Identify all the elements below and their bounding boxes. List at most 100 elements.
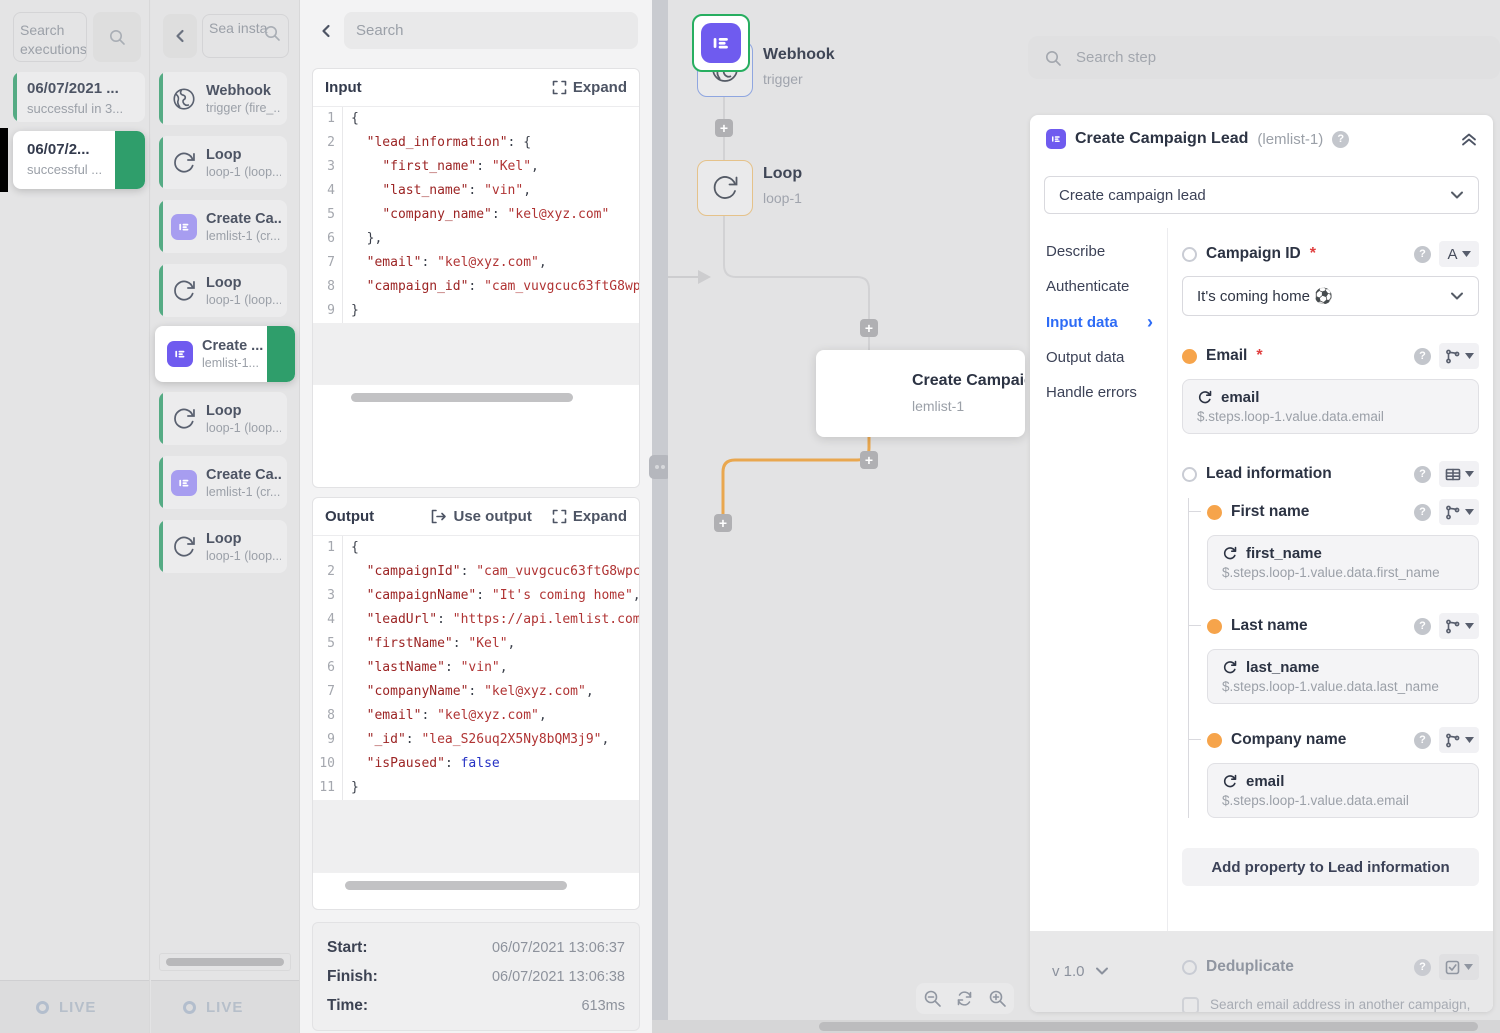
output-code-editor[interactable]: 1{2 "campaignId": "cam_vuvgcuc63ftG8wpcJ…: [313, 536, 639, 800]
chevron-down-icon: [1450, 291, 1464, 301]
start-value: 06/07/2021 13:06:37: [492, 940, 625, 956]
field-state-icon: [1207, 505, 1222, 520]
chevron-left-icon[interactable]: [320, 24, 332, 38]
search-executions-input[interactable]: Search executions: [13, 12, 87, 62]
step-item[interactable]: Create Ca...lemlist-1 (cr...: [159, 200, 287, 253]
lead-information-children: First name?first_name$.steps.loop-1.valu…: [1188, 498, 1479, 818]
input-hscrollbar[interactable]: [313, 384, 639, 414]
refresh-icon[interactable]: [955, 990, 974, 1007]
live-toggle-steps[interactable]: LIVE: [151, 980, 299, 1033]
expand-output-button[interactable]: Expand: [552, 508, 627, 525]
help-icon[interactable]: ?: [1414, 618, 1431, 635]
output-hscrollbar-thumb[interactable]: [345, 881, 567, 890]
steps-hscrollbar-track[interactable]: [159, 953, 291, 971]
campaign-id-select[interactable]: It's coming home ⚽: [1182, 276, 1479, 316]
help-icon[interactable]: ?: [1414, 246, 1431, 263]
execution-item-selected[interactable]: 06/07/2... successful ...: [13, 131, 145, 189]
zoom-in-icon[interactable]: [988, 989, 1007, 1008]
nav-item-output-data[interactable]: Output data: [1030, 340, 1167, 375]
caret-down-icon: [1464, 964, 1473, 970]
input-hscrollbar-thumb[interactable]: [351, 393, 573, 402]
step-item[interactable]: Looploop-1 (loop...: [159, 136, 287, 189]
help-icon[interactable]: ?: [1414, 504, 1431, 521]
step-item[interactable]: Create Ca...lemlist-1 (cr...: [159, 456, 287, 509]
field-type-selector[interactable]: [1439, 613, 1479, 639]
use-output-icon: [431, 509, 447, 524]
field-state-icon: [1207, 733, 1222, 748]
help-icon[interactable]: ?: [1414, 959, 1431, 976]
help-icon[interactable]: ?: [1414, 732, 1431, 749]
search-step-input[interactable]: Search step: [1028, 36, 1500, 79]
step-item-title: Webhook: [206, 83, 281, 99]
email-label: Email: [1206, 347, 1247, 365]
deduplicate-checkbox[interactable]: [1182, 997, 1199, 1012]
nav-item-describe[interactable]: Describe: [1030, 234, 1167, 269]
nav-item-authenticate[interactable]: Authenticate: [1030, 269, 1167, 304]
panel-resizer[interactable]: [652, 0, 668, 1033]
create-campaign-node[interactable]: Create Campaign L lemlist-1: [816, 350, 1025, 437]
start-label: Start:: [327, 939, 367, 957]
step-config-nav: DescribeAuthenticateInput data›Output da…: [1030, 228, 1168, 931]
loop-icon: [1222, 660, 1238, 675]
step-item[interactable]: Looploop-1 (loop...: [159, 520, 287, 573]
field-type-selector[interactable]: [1439, 727, 1479, 753]
campaign-id-value: It's coming home ⚽: [1197, 287, 1333, 305]
search-executions-placeholder: Search executions: [20, 22, 87, 57]
create-node-icon-box[interactable]: [692, 14, 750, 72]
field-type-selector[interactable]: [1439, 499, 1479, 525]
field-type-selector[interactable]: [1439, 461, 1479, 487]
nav-item-input-data[interactable]: Input data›: [1030, 304, 1167, 340]
field-type-selector[interactable]: A: [1439, 241, 1479, 267]
version-selector[interactable]: v 1.0: [1030, 931, 1168, 1012]
io-search-input[interactable]: Search: [344, 12, 638, 49]
field-type-selector[interactable]: [1439, 343, 1479, 369]
code-line: 5 "company_name": "kel@xyz.com": [313, 203, 639, 227]
step-item-selected[interactable]: Create ...lemlist-1...: [155, 326, 295, 382]
chevron-down-icon: [1450, 190, 1464, 200]
zoom-out-icon[interactable]: [923, 989, 942, 1008]
add-property-button[interactable]: Add property to Lead information: [1182, 848, 1479, 886]
search-executions-button[interactable]: [93, 12, 141, 62]
create-node-subtitle: lemlist-1: [912, 398, 964, 414]
execution-item[interactable]: 06/07/2021 ... successful in 3...: [13, 72, 145, 122]
token-path: $.steps.loop-1.value.data.last_name: [1222, 679, 1464, 694]
create-node-title: Create Campaign L: [912, 372, 1025, 390]
add-step-button[interactable]: +: [714, 514, 732, 532]
add-step-button[interactable]: +: [860, 451, 878, 469]
input-code-editor[interactable]: 1{2 "lead_information": {3 "first_name":…: [313, 107, 639, 323]
help-icon[interactable]: ?: [1332, 131, 1349, 148]
input-data-form: Campaign ID * ? A It's coming home ⚽: [1168, 228, 1493, 931]
status-bar: [159, 136, 163, 189]
help-icon[interactable]: ?: [1414, 348, 1431, 365]
code-line: 6 "lastName": "vin",: [313, 656, 639, 680]
loop-node[interactable]: [697, 160, 753, 216]
action-select[interactable]: Create campaign lead: [1044, 176, 1479, 214]
collapse-steps-button[interactable]: [163, 14, 197, 58]
lead-property-token-field[interactable]: email$.steps.loop-1.value.data.email: [1207, 763, 1479, 818]
loop-icon: [171, 534, 197, 560]
live-toggle-executions[interactable]: LIVE: [0, 980, 149, 1033]
step-item[interactable]: Webhooktrigger (fire_...: [159, 72, 287, 125]
expand-input-button[interactable]: Expand: [552, 79, 627, 96]
step-item[interactable]: Looploop-1 (loop...: [159, 392, 287, 445]
field-state-icon: [1182, 960, 1197, 975]
code-line: 10 "isPaused": false: [313, 752, 639, 776]
lead-property-token-field[interactable]: first_name$.steps.loop-1.value.data.firs…: [1207, 535, 1479, 590]
status-bar: [159, 200, 163, 253]
timing-card: Start:06/07/2021 13:06:37 Finish:06/07/2…: [312, 922, 640, 1031]
search-instances-placeholder: Sea insta: [209, 20, 267, 36]
email-token-field[interactable]: email $.steps.loop-1.value.data.email: [1182, 379, 1479, 434]
code-line: 7 "companyName": "kel@xyz.com",: [313, 680, 639, 704]
help-icon[interactable]: ?: [1414, 466, 1431, 483]
add-step-button[interactable]: +: [715, 119, 733, 137]
output-hscrollbar[interactable]: [313, 872, 639, 902]
step-item[interactable]: Looploop-1 (loop...: [159, 264, 287, 317]
loop-icon: [171, 406, 197, 432]
lead-property-token-field[interactable]: last_name$.steps.loop-1.value.data.last_…: [1207, 649, 1479, 704]
use-output-button[interactable]: Use output: [431, 508, 531, 525]
field-type-selector[interactable]: [1439, 954, 1479, 980]
nav-item-handle-errors[interactable]: Handle errors: [1030, 375, 1167, 410]
add-step-button[interactable]: +: [860, 319, 878, 337]
collapse-icon[interactable]: [1461, 132, 1477, 146]
steps-hscrollbar-thumb[interactable]: [166, 958, 284, 966]
